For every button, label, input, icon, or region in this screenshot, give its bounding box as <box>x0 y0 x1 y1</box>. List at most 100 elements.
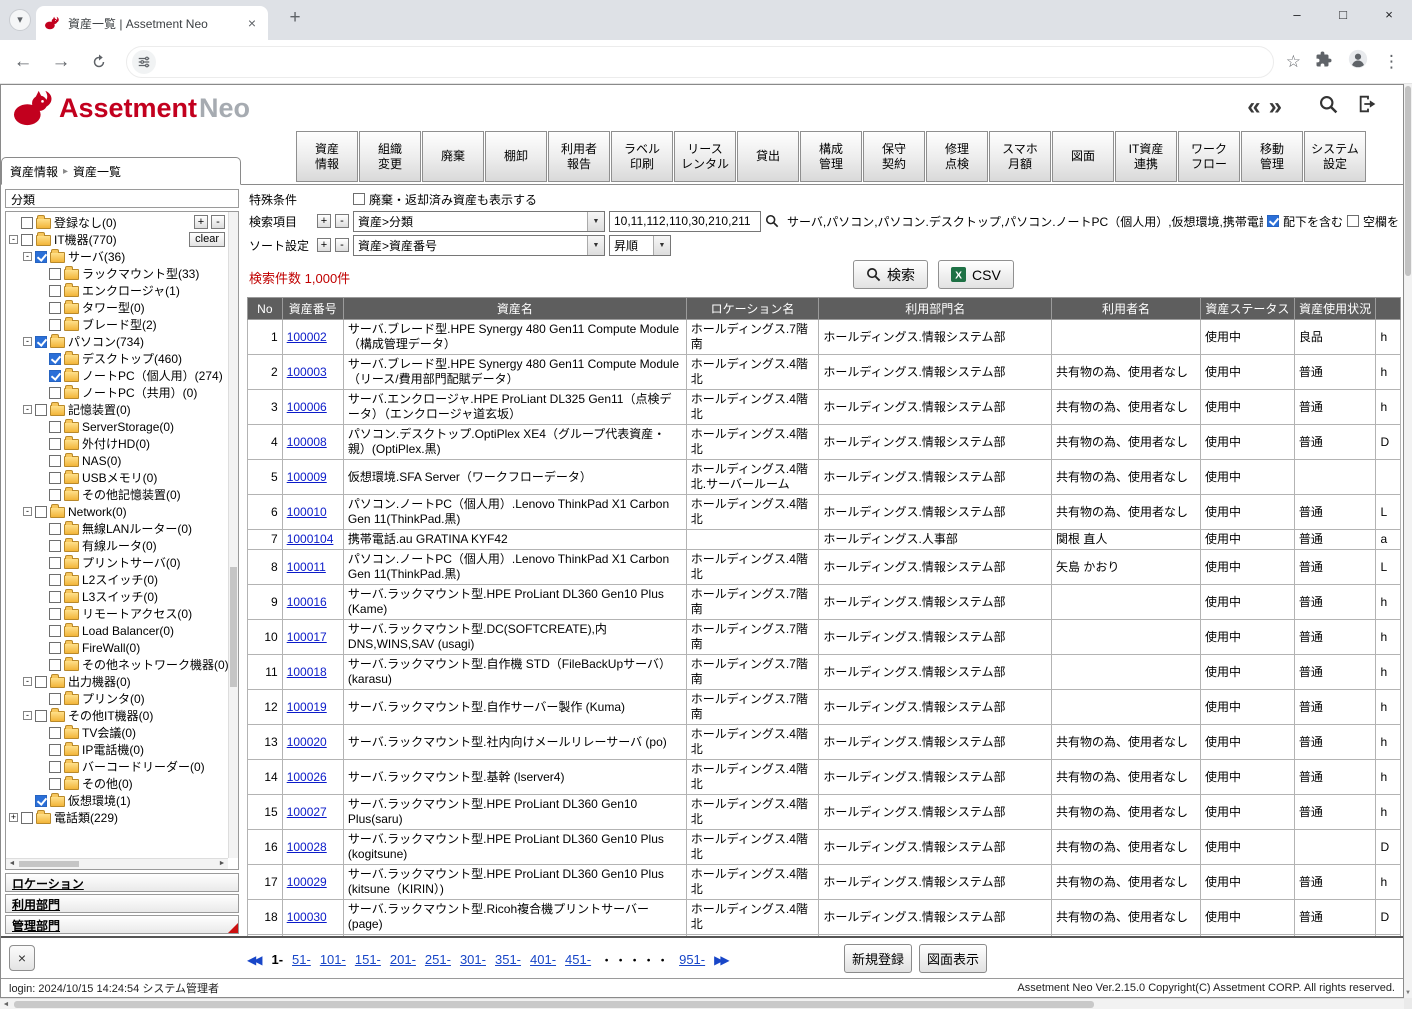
tree-item[interactable]: L3スイッチ(0) <box>6 588 238 605</box>
asset-number-link[interactable]: 100009 <box>287 470 327 484</box>
tree-checkbox[interactable] <box>49 268 61 280</box>
tree-item[interactable]: - 記憶装置(0) <box>6 401 238 418</box>
tree-item[interactable]: バーコードリーダー(0) <box>6 758 238 775</box>
tree-item-label[interactable]: 登録なし(0) <box>54 214 117 231</box>
breadcrumb-section[interactable]: 資産情報 <box>10 163 58 180</box>
tree-item[interactable]: エンクロージャ(1) <box>6 282 238 299</box>
tree-checkbox[interactable] <box>21 217 33 229</box>
include-children-label[interactable]: 配下を含む <box>1283 213 1343 230</box>
tree-checkbox[interactable] <box>49 370 61 382</box>
tree-checkbox[interactable] <box>49 319 61 331</box>
scrollbar-thumb[interactable] <box>230 567 237 687</box>
tree-item-label[interactable]: NAS(0) <box>82 454 121 468</box>
new-tab-button[interactable]: + <box>282 6 308 32</box>
tree-checkbox[interactable] <box>49 472 61 484</box>
csv-export-button[interactable]: X CSV <box>938 260 1014 289</box>
remove-sort-condition-button[interactable]: - <box>335 238 349 252</box>
nav-button[interactable]: 修理点検 <box>926 131 988 182</box>
tree-item[interactable]: NAS(0) <box>6 452 238 469</box>
tree-item[interactable]: プリントサーバ(0) <box>6 554 238 571</box>
show-disposed-label[interactable]: 廃棄・返却済み資産も表示する <box>369 191 537 208</box>
tree-collapse-all-button[interactable]: - <box>211 215 225 229</box>
tree-checkbox[interactable] <box>49 693 61 705</box>
tree-item[interactable]: - サーバ(36) <box>6 248 238 265</box>
tree-item-label[interactable]: その他(0) <box>82 775 133 792</box>
browser-menu-icon[interactable]: ⋮ <box>1383 52 1400 72</box>
asset-number-link[interactable]: 100002 <box>287 330 327 344</box>
asset-number-link[interactable]: 100006 <box>287 400 327 414</box>
tree-item-label[interactable]: L3スイッチ(0) <box>82 588 158 605</box>
tree-item-label[interactable]: 無線LANルーター(0) <box>82 520 192 537</box>
classification-section-header[interactable]: 分類 <box>5 189 239 208</box>
tree-item[interactable]: L2スイッチ(0) <box>6 571 238 588</box>
tree-item-label[interactable]: デスクトップ(460) <box>82 350 182 367</box>
profile-avatar-icon[interactable] <box>1347 48 1369 75</box>
tree-item-label[interactable]: 仮想環境(1) <box>68 792 131 809</box>
scroll-left-icon[interactable]: ◄ <box>0 999 12 1009</box>
logout-icon[interactable] <box>1357 93 1379 120</box>
tree-checkbox[interactable] <box>35 336 47 348</box>
nav-button[interactable]: システム設定 <box>1304 131 1366 182</box>
nav-button[interactable]: 棚卸 <box>485 131 547 182</box>
global-search-icon[interactable] <box>1318 94 1339 120</box>
tree-item[interactable]: ブレード型(2) <box>6 316 238 333</box>
tree-item[interactable]: その他(0) <box>6 775 238 792</box>
tree-item-label[interactable]: 外付けHD(0) <box>82 435 150 452</box>
tree-item[interactable]: タワー型(0) <box>6 299 238 316</box>
tab-close-icon[interactable]: × <box>244 15 260 31</box>
browser-tab[interactable]: 資産一覧 | Assetment Neo × <box>36 6 268 40</box>
scrollbar-thumb[interactable] <box>14 1001 1094 1008</box>
horizontal-scrollbar[interactable]: ◄ <box>0 998 1404 1009</box>
tree-checkbox[interactable] <box>49 574 61 586</box>
collapse-icon[interactable]: - <box>23 405 32 414</box>
sidebar-accordion[interactable]: ロケーション <box>5 873 239 892</box>
asset-number-link[interactable]: 100026 <box>287 770 327 784</box>
tree-item-label[interactable]: サーバ(36) <box>68 248 125 265</box>
page-link[interactable]: 251- <box>425 952 451 967</box>
tree-item-label[interactable]: 電話類(229) <box>54 809 118 826</box>
tree-item[interactable]: Load Balancer(0) <box>6 622 238 639</box>
forward-icon[interactable]: → <box>46 47 76 77</box>
tree-checkbox[interactable] <box>49 761 61 773</box>
tree-item[interactable]: その他記憶装置(0) <box>6 486 238 503</box>
site-settings-icon[interactable] <box>132 50 156 74</box>
vertical-scrollbar[interactable]: ▼ <box>1404 84 1412 998</box>
nav-button[interactable]: 資産情報 <box>296 131 358 182</box>
page-link[interactable]: 451- <box>565 952 591 967</box>
tree-item-label[interactable]: ServerStorage(0) <box>82 420 174 434</box>
tree-item-label[interactable]: ノートPC（共用）(0) <box>82 384 197 401</box>
tree-checkbox[interactable] <box>35 710 47 722</box>
asset-number-link[interactable]: 100008 <box>287 435 327 449</box>
asset-number-link[interactable]: 1000104 <box>287 532 334 546</box>
tree-item[interactable]: 仮想環境(1) <box>6 792 238 809</box>
nav-button[interactable]: 貸出 <box>737 131 799 182</box>
show-disposed-checkbox[interactable] <box>353 193 365 205</box>
collapse-icon[interactable]: - <box>23 507 32 516</box>
tree-checkbox[interactable] <box>49 455 61 467</box>
window-close-button[interactable]: × <box>1366 0 1412 32</box>
tree-checkbox[interactable] <box>49 438 61 450</box>
close-panel-button[interactable]: × <box>9 945 35 971</box>
tree-checkbox[interactable] <box>49 659 61 671</box>
tree-item-label[interactable]: FireWall(0) <box>82 641 140 655</box>
tree-item-label[interactable]: タワー型(0) <box>82 299 145 316</box>
scroll-left-icon[interactable]: ◄ <box>6 859 18 869</box>
tree-checkbox[interactable] <box>49 778 61 790</box>
tree-item[interactable]: +電話類(229) <box>6 809 238 826</box>
pagination-first-icon[interactable]: ◀◀ <box>247 953 262 967</box>
tree-item[interactable]: ノートPC（共用）(0) <box>6 384 238 401</box>
tree-checkbox[interactable] <box>35 795 47 807</box>
tree-checkbox[interactable] <box>49 591 61 603</box>
include-children-checkbox[interactable] <box>1267 215 1279 227</box>
tab-search-icon[interactable]: ▾ <box>9 9 31 31</box>
tree-checkbox[interactable] <box>49 642 61 654</box>
nav-button[interactable]: ラベル印刷 <box>611 131 673 182</box>
back-icon[interactable]: ← <box>8 47 38 77</box>
tree-horizontal-scrollbar[interactable]: ◄ ► <box>6 858 228 869</box>
collapse-icon[interactable]: - <box>23 252 32 261</box>
tree-vertical-scrollbar[interactable] <box>228 212 238 858</box>
nav-button[interactable]: IT資産連携 <box>1115 131 1177 182</box>
tree-item-label[interactable]: 記憶装置(0) <box>68 401 131 418</box>
lookup-search-icon[interactable] <box>765 214 779 228</box>
add-search-condition-button[interactable]: + <box>317 214 331 228</box>
